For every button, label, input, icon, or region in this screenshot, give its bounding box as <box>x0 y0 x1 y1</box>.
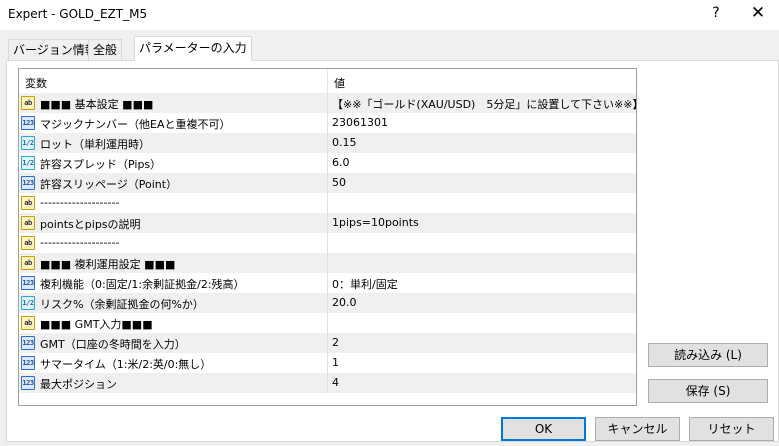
parameter-name: 最大ポジション <box>40 378 117 391</box>
parameter-row[interactable]: 123 マジックナンバー（他EAと重複不可） 23061301 <box>19 113 636 133</box>
load-button[interactable]: 読み込み (L) <box>648 343 768 367</box>
cell-divider <box>327 193 328 213</box>
parameter-row[interactable]: ab -------------------- <box>19 233 636 253</box>
cell-divider <box>327 233 328 253</box>
cell-divider <box>327 153 328 173</box>
close-button[interactable]: ✕ <box>748 3 768 23</box>
string-type-icon: ab <box>21 96 35 110</box>
parameter-name: 複利機能（0:固定/1:余剰証拠金/2:残高） <box>40 278 245 291</box>
column-header-variable[interactable]: 変数 <box>25 75 47 91</box>
string-type-icon: ab <box>21 236 35 250</box>
string-type-icon: ab <box>21 316 35 330</box>
double-type-icon: 1/2 <box>21 296 35 310</box>
tab-input-parameters[interactable]: パラメーターの入力 <box>134 36 252 61</box>
parameter-name: -------------------- <box>40 236 120 249</box>
column-header-value[interactable]: 値 <box>334 75 345 91</box>
parameter-value[interactable]: 4 <box>332 376 339 389</box>
save-button[interactable]: 保存 (S) <box>648 379 768 403</box>
string-type-icon: ab <box>21 216 35 230</box>
parameter-row[interactable]: 1/2 リスク%（余剰証拠金の何%か） 20.0 <box>19 293 636 313</box>
parameter-value[interactable]: 2 <box>332 336 339 349</box>
cell-divider <box>327 313 328 333</box>
tab-general[interactable]: 全般 <box>88 39 123 61</box>
double-type-icon: 1/2 <box>21 136 35 150</box>
parameter-row[interactable]: ab ■■■ 複利運用設定 ■■■ <box>19 253 636 273</box>
integer-type-icon: 123 <box>21 336 35 350</box>
integer-type-icon: 123 <box>21 176 35 190</box>
double-type-icon: 1/2 <box>21 156 35 170</box>
column-divider[interactable] <box>327 69 328 93</box>
parameter-row[interactable]: 123 GMT（口座の冬時間を入力） 2 <box>19 333 636 353</box>
window-title: Expert - GOLD_EZT_M5 <box>8 7 148 21</box>
reset-button[interactable]: リセット <box>689 417 774 441</box>
parameter-row[interactable]: 123 複利機能（0:固定/1:余剰証拠金/2:残高） 0：単利/固定 <box>19 273 636 293</box>
parameter-name: ■■■ 複利運用設定 ■■■ <box>40 258 176 271</box>
parameter-row[interactable]: ab pointsとpipsの説明 1pips=10points <box>19 213 636 233</box>
parameter-name: -------------------- <box>40 196 120 209</box>
parameter-row[interactable]: 123 サマータイム（1:米/2:英/0:無し） 1 <box>19 353 636 373</box>
cell-divider <box>327 373 328 393</box>
parameter-value[interactable]: 50 <box>332 176 346 189</box>
cell-divider <box>327 113 328 133</box>
parameter-row[interactable]: 123 許容スリッページ（Point） 50 <box>19 173 636 193</box>
title-bar: Expert - GOLD_EZT_M5 ? ✕ <box>0 0 779 30</box>
parameter-value[interactable]: 6.0 <box>332 156 350 169</box>
grid-header: 変数 値 <box>19 69 636 93</box>
integer-type-icon: 123 <box>21 116 35 130</box>
cell-divider <box>327 333 328 353</box>
cancel-button[interactable]: キャンセル <box>595 417 680 441</box>
string-type-icon: ab <box>21 256 35 270</box>
parameter-name: 許容スプレッド（Pips） <box>40 158 162 171</box>
cell-divider <box>327 133 328 153</box>
parameter-name: 許容スリッページ（Point） <box>40 178 178 191</box>
parameter-name: ■■■ 基本設定 ■■■ <box>40 98 154 111</box>
parameter-row[interactable]: 1/2 ロット（単利運用時） 0.15 <box>19 133 636 153</box>
cell-divider <box>327 93 328 113</box>
parameter-value[interactable]: 【※※「ゴールド(XAU/USD) 5分足」に設置して下さい※※】 <box>332 96 636 112</box>
parameter-name: GMT（口座の冬時間を入力） <box>40 338 186 351</box>
parameter-value[interactable]: 23061301 <box>332 116 388 129</box>
cell-divider <box>327 273 328 293</box>
cell-divider <box>327 353 328 373</box>
parameter-row[interactable]: ab ■■■ GMT入力■■■ <box>19 313 636 333</box>
integer-type-icon: 123 <box>21 276 35 290</box>
cell-divider <box>327 293 328 313</box>
parameter-name: ■■■ GMT入力■■■ <box>40 318 153 331</box>
integer-type-icon: 123 <box>21 376 35 390</box>
parameter-value[interactable]: 1 <box>332 356 339 369</box>
parameter-name: サマータイム（1:米/2:英/0:無し） <box>40 358 212 371</box>
parameter-value[interactable]: 0：単利/固定 <box>332 276 398 292</box>
parameter-row[interactable]: ab ■■■ 基本設定 ■■■ 【※※「ゴールド(XAU/USD) 5分足」に設置し… <box>19 93 636 113</box>
string-type-icon: ab <box>21 196 35 210</box>
cell-divider <box>327 173 328 193</box>
parameter-row[interactable]: 123 最大ポジション 4 <box>19 373 636 393</box>
parameter-value[interactable]: 20.0 <box>332 296 357 309</box>
parameter-name: pointsとpipsの説明 <box>40 218 141 231</box>
integer-type-icon: 123 <box>21 356 35 370</box>
cell-divider <box>327 213 328 233</box>
help-button[interactable]: ? <box>708 5 724 21</box>
parameter-name: ロット（単利運用時） <box>40 138 150 151</box>
parameter-grid[interactable]: 変数 値 ab ■■■ 基本設定 ■■■ 【※※「ゴールド(XAU/USD) 5分足… <box>18 68 637 406</box>
parameter-name: マジックナンバー（他EAと重複不可） <box>40 118 231 131</box>
cell-divider <box>327 253 328 273</box>
parameter-row[interactable]: 1/2 許容スプレッド（Pips） 6.0 <box>19 153 636 173</box>
parameter-value[interactable]: 0.15 <box>332 136 357 149</box>
parameter-name: リスク%（余剰証拠金の何%か） <box>40 298 204 311</box>
parameter-value[interactable]: 1pips=10points <box>332 216 419 229</box>
parameter-row[interactable]: ab -------------------- <box>19 193 636 213</box>
ok-button[interactable]: OK <box>501 417 586 441</box>
